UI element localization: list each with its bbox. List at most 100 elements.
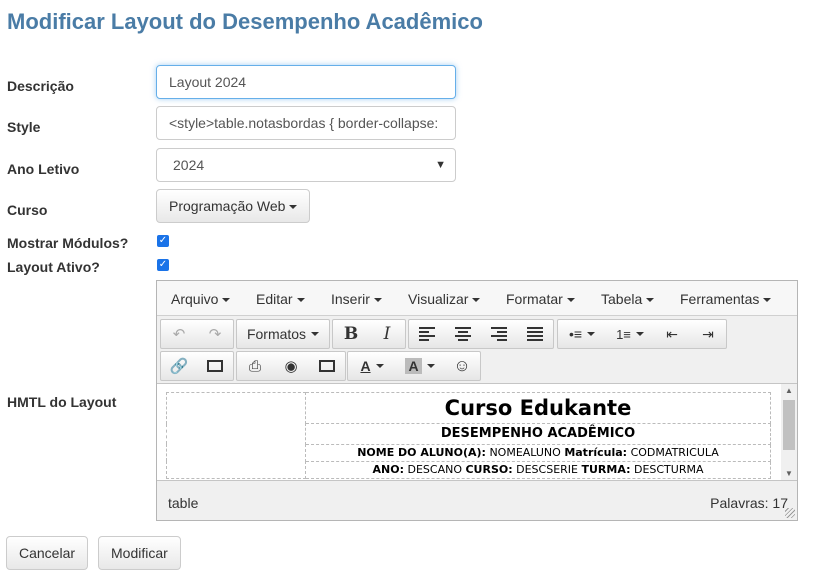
menu-editar[interactable]: Editar <box>256 291 305 307</box>
align-center-button[interactable] <box>445 320 481 348</box>
menu-label: Formatar <box>506 291 563 307</box>
indent-button[interactable]: ⇥ <box>690 320 726 348</box>
style-input[interactable]: <style>table.notasbordas { border-collap… <box>156 106 456 140</box>
menu-visualizar[interactable]: Visualizar <box>408 291 481 307</box>
print-button[interactable]: ⎙ <box>237 352 273 380</box>
menu-inserir[interactable]: Inserir <box>331 291 382 307</box>
ano-label: ANO: <box>372 463 404 477</box>
layout-ativo-label: Layout Ativo? <box>7 259 100 275</box>
scroll-thumb[interactable] <box>783 400 795 450</box>
curso-label: Curso <box>7 202 48 218</box>
check-icon: ✓ <box>158 259 168 270</box>
outdent-button[interactable]: ⇤ <box>654 320 690 348</box>
cancel-button[interactable]: Cancelar <box>6 536 89 570</box>
student-info-cell: NOME DO ALUNO(A): NOMEALUNO Matrícula: C… <box>305 443 771 462</box>
menu-arquivo[interactable]: Arquivo <box>171 291 231 307</box>
matricula-label: Matrícula: <box>564 446 628 460</box>
text-color-button[interactable]: A <box>348 352 396 380</box>
image-button[interactable] <box>197 352 233 380</box>
ano-letivo-value: 2024 <box>173 157 205 173</box>
submit-button[interactable]: Modificar <box>98 536 181 570</box>
curso-value: Programação Web <box>169 198 286 214</box>
rich-text-editor: Arquivo Editar Inserir Visualizar Format… <box>156 280 798 521</box>
page-title: Modificar Layout do Desempenho Acadêmico <box>7 9 483 34</box>
menu-label: Visualizar <box>408 291 469 307</box>
editor-menubar: Arquivo Editar Inserir Visualizar Format… <box>157 281 797 316</box>
ano-letivo-select[interactable]: 2024 ▼ <box>156 148 456 182</box>
bold-icon: B <box>343 324 359 344</box>
eye-icon: ◉ <box>284 358 298 375</box>
element-path[interactable]: table <box>168 495 198 511</box>
bullet-list-button[interactable]: •≡ <box>558 320 606 348</box>
menu-label: Ferramentas <box>680 291 760 307</box>
link-icon: 🔗 <box>169 358 189 375</box>
menu-ferramentas[interactable]: Ferramentas <box>680 291 772 307</box>
mostrar-modulos-label: Mostrar Módulos? <box>7 235 129 251</box>
resize-handle-icon[interactable] <box>785 508 795 518</box>
caret-down-icon <box>373 298 382 303</box>
menu-formatar[interactable]: Formatar <box>506 291 575 307</box>
style-value: <style>table.notasbordas { border-collap… <box>169 115 439 131</box>
caret-down-icon <box>646 298 655 303</box>
history-group: ↶ ↷ <box>160 319 234 349</box>
align-left-button[interactable] <box>409 320 445 348</box>
scroll-down-icon[interactable]: ▼ <box>781 469 797 478</box>
caret-down-icon <box>472 298 481 303</box>
caret-down-icon <box>587 332 596 336</box>
bullet-list-icon: •≡ <box>568 326 583 342</box>
curso-label: CURSO: <box>465 463 513 477</box>
menu-label: Tabela <box>601 291 643 307</box>
course-title: Curso Edukante <box>305 391 771 425</box>
numbered-list-icon: 1≡ <box>616 326 631 342</box>
formats-dropdown-button[interactable]: Formatos <box>237 320 329 348</box>
scroll-up-icon[interactable]: ▲ <box>781 386 797 395</box>
menu-label: Arquivo <box>171 291 219 307</box>
align-justify-button[interactable] <box>517 320 553 348</box>
check-icon: ✓ <box>158 235 168 246</box>
editor-content-area[interactable]: Curso Edukante DESEMPENHO ACADÊMICO NOME… <box>157 383 797 481</box>
descricao-input[interactable]: Layout 2024 <box>156 65 456 99</box>
layout-ativo-checkbox[interactable]: ✓ <box>157 259 169 271</box>
numbered-list-button[interactable]: 1≡ <box>606 320 654 348</box>
link-button[interactable]: 🔗 <box>161 352 197 380</box>
report-subtitle: DESEMPENHO ACADÊMICO <box>305 423 771 445</box>
class-info-cell: ANO: DESCANO CURSO: DESCSERIE TURMA: DES… <box>305 460 771 480</box>
media-button[interactable] <box>309 352 345 380</box>
caret-down-icon <box>222 298 231 303</box>
outdent-icon: ⇤ <box>666 325 678 342</box>
menu-label: Editar <box>256 291 293 307</box>
editor-statusbar: table Palavras: 17 <box>157 482 797 520</box>
background-color-button[interactable]: A <box>396 352 444 380</box>
alignment-group <box>408 319 554 349</box>
curso-dropdown-button[interactable]: Programação Web <box>156 189 311 223</box>
caret-down-icon <box>426 364 435 368</box>
bold-button[interactable]: B <box>333 320 369 348</box>
smiley-icon: ☺ <box>453 356 471 375</box>
editor-toolbar-row-2: 🔗 ⎙ ◉ A A ☺ <box>157 349 797 382</box>
matricula-value: CODMATRICULA <box>630 446 719 460</box>
mostrar-modulos-checkbox[interactable]: ✓ <box>157 235 169 247</box>
italic-button[interactable]: I <box>369 320 405 348</box>
menu-tabela[interactable]: Tabela <box>601 291 655 307</box>
caret-down-icon <box>375 364 384 368</box>
caret-down-icon <box>635 332 644 336</box>
redo-button[interactable]: ↷ <box>197 320 233 348</box>
emoticons-button[interactable]: ☺ <box>444 352 480 380</box>
align-right-icon <box>491 327 507 341</box>
descricao-label: Descrição <box>7 78 74 94</box>
film-icon <box>319 360 335 372</box>
preview-button[interactable]: ◉ <box>273 352 309 380</box>
menu-label: Inserir <box>331 291 370 307</box>
list-group: •≡ 1≡ ⇤ ⇥ <box>557 319 727 349</box>
text-style-group: B I <box>332 319 406 349</box>
undo-button[interactable]: ↶ <box>161 320 197 348</box>
layout-table: Curso Edukante DESEMPENHO ACADÊMICO NOME… <box>166 391 771 480</box>
background-color-icon: A <box>405 358 422 374</box>
align-right-button[interactable] <box>481 320 517 348</box>
editor-scrollbar[interactable]: ▲ ▼ <box>781 384 797 480</box>
chevron-down-icon: ▼ <box>435 159 446 171</box>
insert-group: 🔗 <box>160 351 234 381</box>
ano-letivo-label: Ano Letivo <box>7 161 80 177</box>
caret-down-icon <box>566 298 575 303</box>
caret-down-icon <box>763 298 772 303</box>
